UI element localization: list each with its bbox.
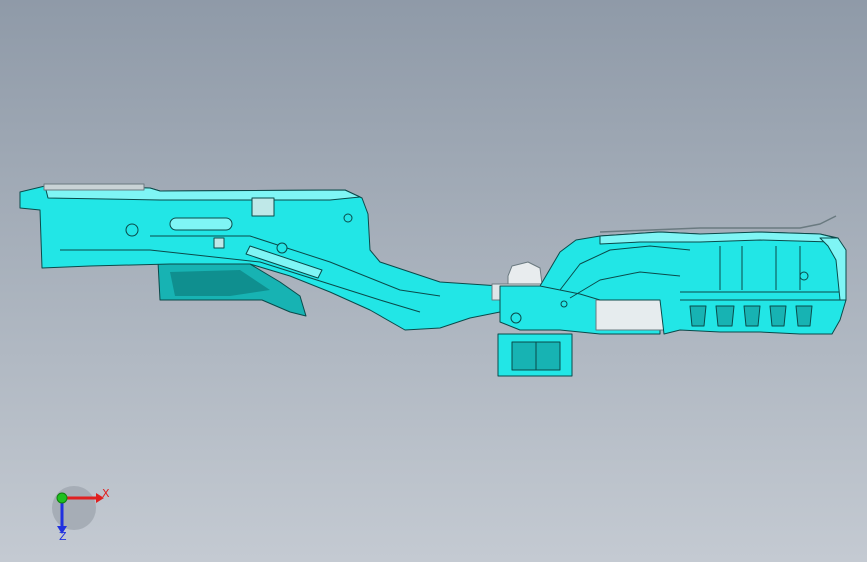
rail-hole-2: [276, 242, 288, 254]
x-axis-label: X: [102, 487, 110, 500]
mid-rail-white-insert: [595, 299, 665, 331]
rail-bracket-top: [251, 197, 275, 217]
graphics-viewport[interactable]: X Z: [0, 0, 867, 562]
rear-tank-top-rod: [599, 215, 837, 233]
orientation-triad: X Z: [40, 478, 120, 548]
cad-frame-rail-model[interactable]: [0, 0, 867, 562]
center-mount-dome: [507, 261, 543, 285]
rail-bracket-mid: [213, 237, 225, 249]
rail-hole-1: [125, 223, 139, 237]
rear-hole-1: [799, 271, 809, 281]
front-rail-end-cap: [43, 183, 145, 191]
rear-hole-2: [560, 300, 568, 308]
rail-slot-upper: [169, 217, 233, 231]
triad-shadow: [52, 486, 96, 530]
rail-hole-3: [343, 213, 353, 223]
y-axis-origin: [56, 492, 68, 504]
model-geometry: [19, 183, 847, 377]
z-axis-label: Z: [59, 530, 67, 543]
rear-hole-3: [510, 312, 522, 324]
